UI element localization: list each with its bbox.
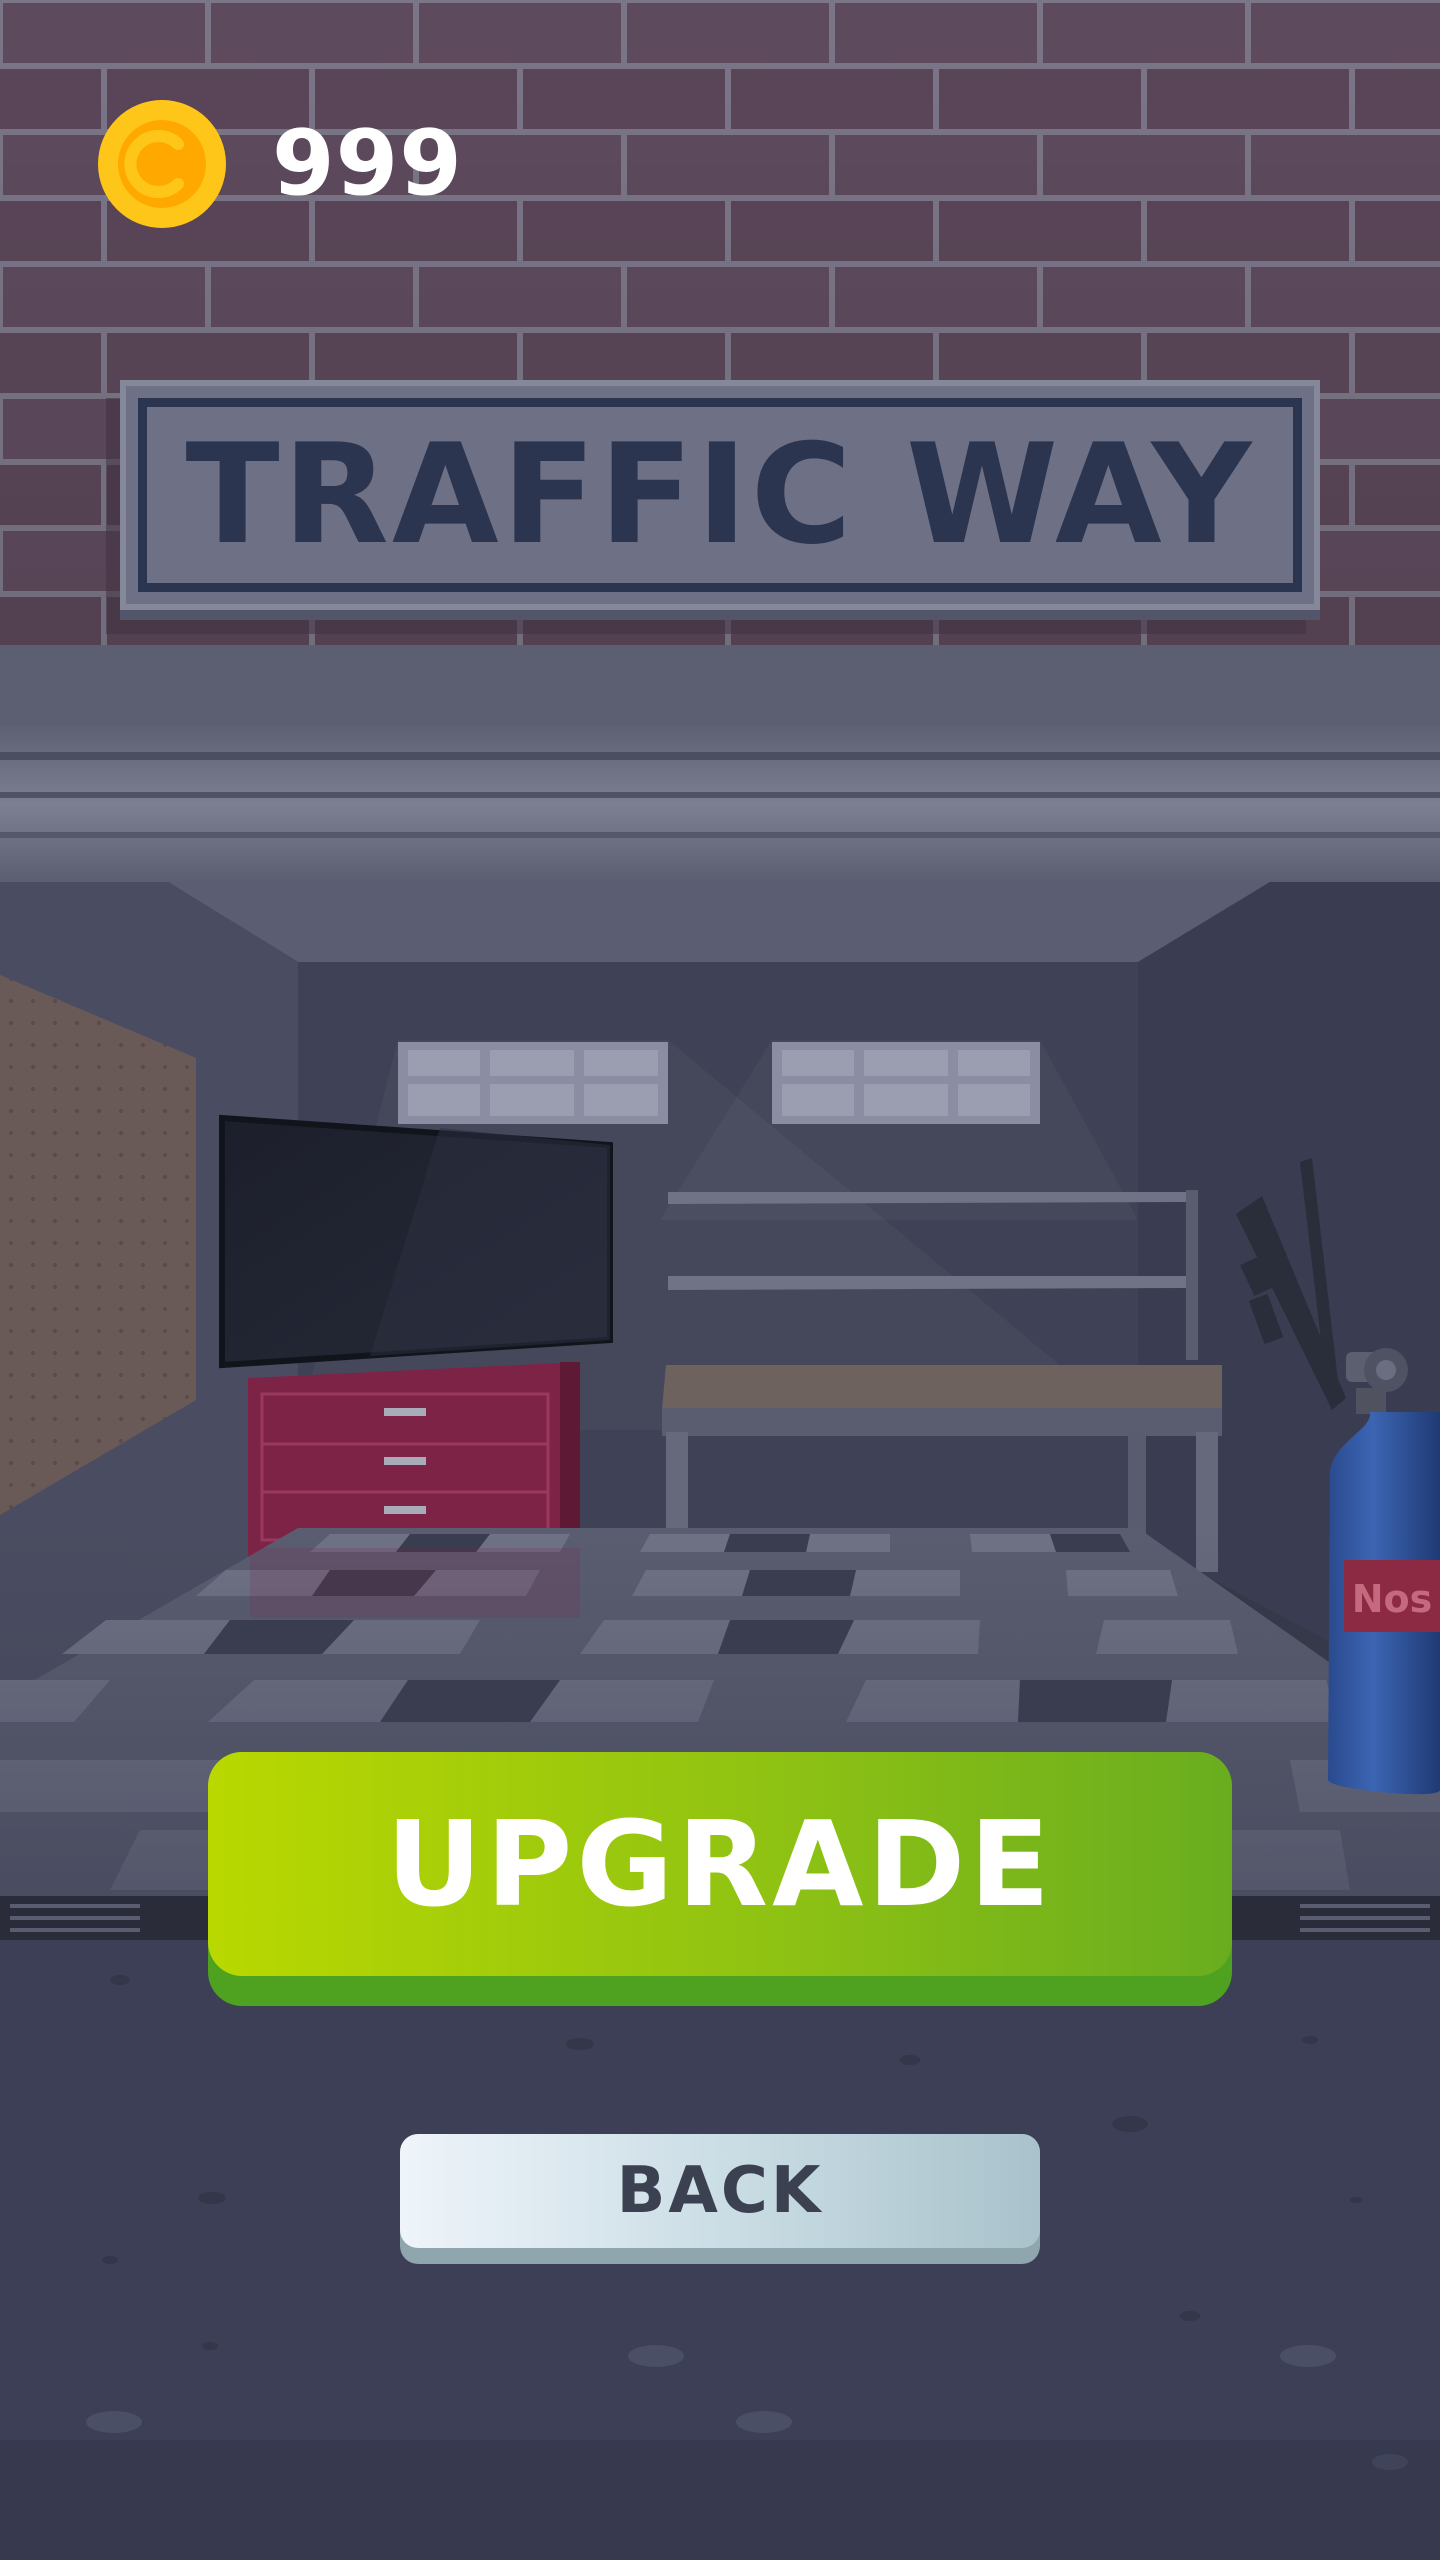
back-button-label: BACK xyxy=(616,2154,824,2228)
title-sign: TRAFFIC WAY xyxy=(120,380,1320,610)
upgrade-button-face[interactable]: UPGRADE xyxy=(208,1752,1232,1976)
coin-icon xyxy=(98,100,226,228)
garage-scene: Nos 999 TRAFFIC WAY UPGRADE BACK xyxy=(0,0,1440,2560)
upgrade-button-label: UPGRADE xyxy=(386,1795,1054,1933)
back-button-face[interactable]: BACK xyxy=(400,2134,1040,2248)
coin-counter: 999 xyxy=(98,100,463,228)
title-sign-border: TRAFFIC WAY xyxy=(138,398,1302,592)
nos-tank-label: Nos xyxy=(1352,1577,1433,1621)
upgrade-button[interactable]: UPGRADE xyxy=(208,1752,1232,2006)
coin-count: 999 xyxy=(272,111,463,216)
game-title: TRAFFIC WAY xyxy=(185,414,1255,575)
back-button[interactable]: BACK xyxy=(400,2134,1040,2264)
